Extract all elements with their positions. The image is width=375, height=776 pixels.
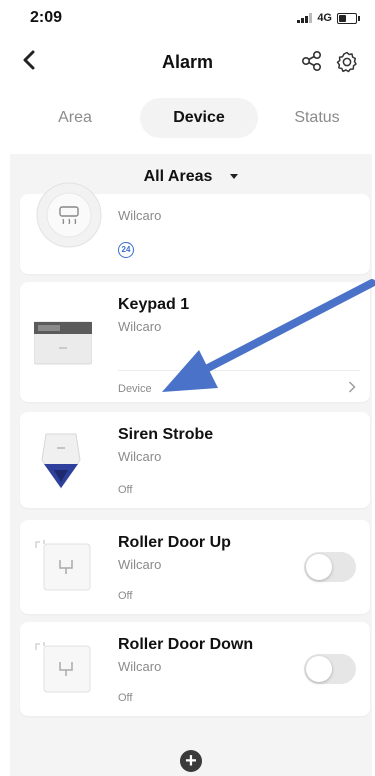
device-state: Off — [118, 484, 133, 496]
device-card[interactable]: Wilcaro 24 — [20, 182, 370, 274]
switch-module-icon — [34, 534, 94, 599]
tab-status[interactable]: Status — [272, 98, 362, 138]
tab-device[interactable]: Device — [140, 98, 258, 138]
device-brand: Wilcaro — [118, 449, 162, 464]
badge-24-icon: 24 — [118, 242, 134, 258]
share-icon — [301, 50, 322, 72]
roller-door-down-toggle[interactable] — [304, 654, 356, 684]
heater-icon — [34, 180, 104, 255]
status-time: 2:09 — [30, 9, 63, 26]
share-button[interactable] — [301, 50, 323, 77]
toggle-knob — [306, 656, 332, 682]
siren-icon — [36, 430, 86, 497]
network-type: 4G — [317, 12, 332, 24]
device-brand: Wilcaro — [118, 659, 162, 674]
battery-icon — [337, 12, 360, 24]
device-name: Roller Door Down — [118, 636, 254, 653]
roller-door-up-toggle[interactable] — [304, 552, 356, 582]
chevron-right-icon[interactable] — [348, 380, 356, 396]
device-brand: Wilcaro — [118, 319, 162, 334]
area-filter-label: All Areas — [143, 168, 213, 185]
gear-icon — [336, 51, 357, 73]
device-category-label: Device — [118, 383, 152, 395]
device-list-panel: All Areas Wilcaro 24 Keypad 1 Wilcaro De… — [10, 154, 372, 776]
device-name: Roller Door Up — [118, 534, 231, 551]
nav-bar: Alarm — [0, 44, 375, 80]
tab-area[interactable]: Area — [30, 98, 120, 138]
device-brand: Wilcaro — [118, 208, 162, 223]
device-card[interactable]: Roller Door Down Wilcaro Off — [20, 622, 370, 716]
device-name: Siren Strobe — [118, 426, 214, 443]
caret-down-icon — [230, 174, 239, 180]
device-brand: Wilcaro — [118, 557, 162, 572]
device-card[interactable]: Keypad 1 Wilcaro Device — [20, 282, 370, 402]
keypad-icon — [33, 320, 93, 371]
divider — [118, 370, 360, 371]
switch-module-icon — [34, 636, 94, 701]
device-name: Keypad 1 — [118, 296, 190, 313]
plus-icon: + — [185, 750, 197, 772]
device-state: Off — [118, 692, 133, 704]
device-card[interactable]: Roller Door Up Wilcaro Off — [20, 520, 370, 614]
toggle-knob — [306, 554, 332, 580]
signal-icon — [297, 13, 313, 23]
status-bar: 2:09 4G — [0, 0, 375, 34]
status-indicators: 4G — [297, 12, 360, 24]
settings-button[interactable] — [335, 50, 359, 79]
device-card[interactable]: Siren Strobe Wilcaro Off — [20, 412, 370, 508]
add-device-button[interactable]: + — [180, 750, 202, 772]
battery-level — [339, 14, 347, 22]
tab-bar: Area Device Status — [0, 98, 375, 138]
device-state: Off — [118, 590, 133, 602]
